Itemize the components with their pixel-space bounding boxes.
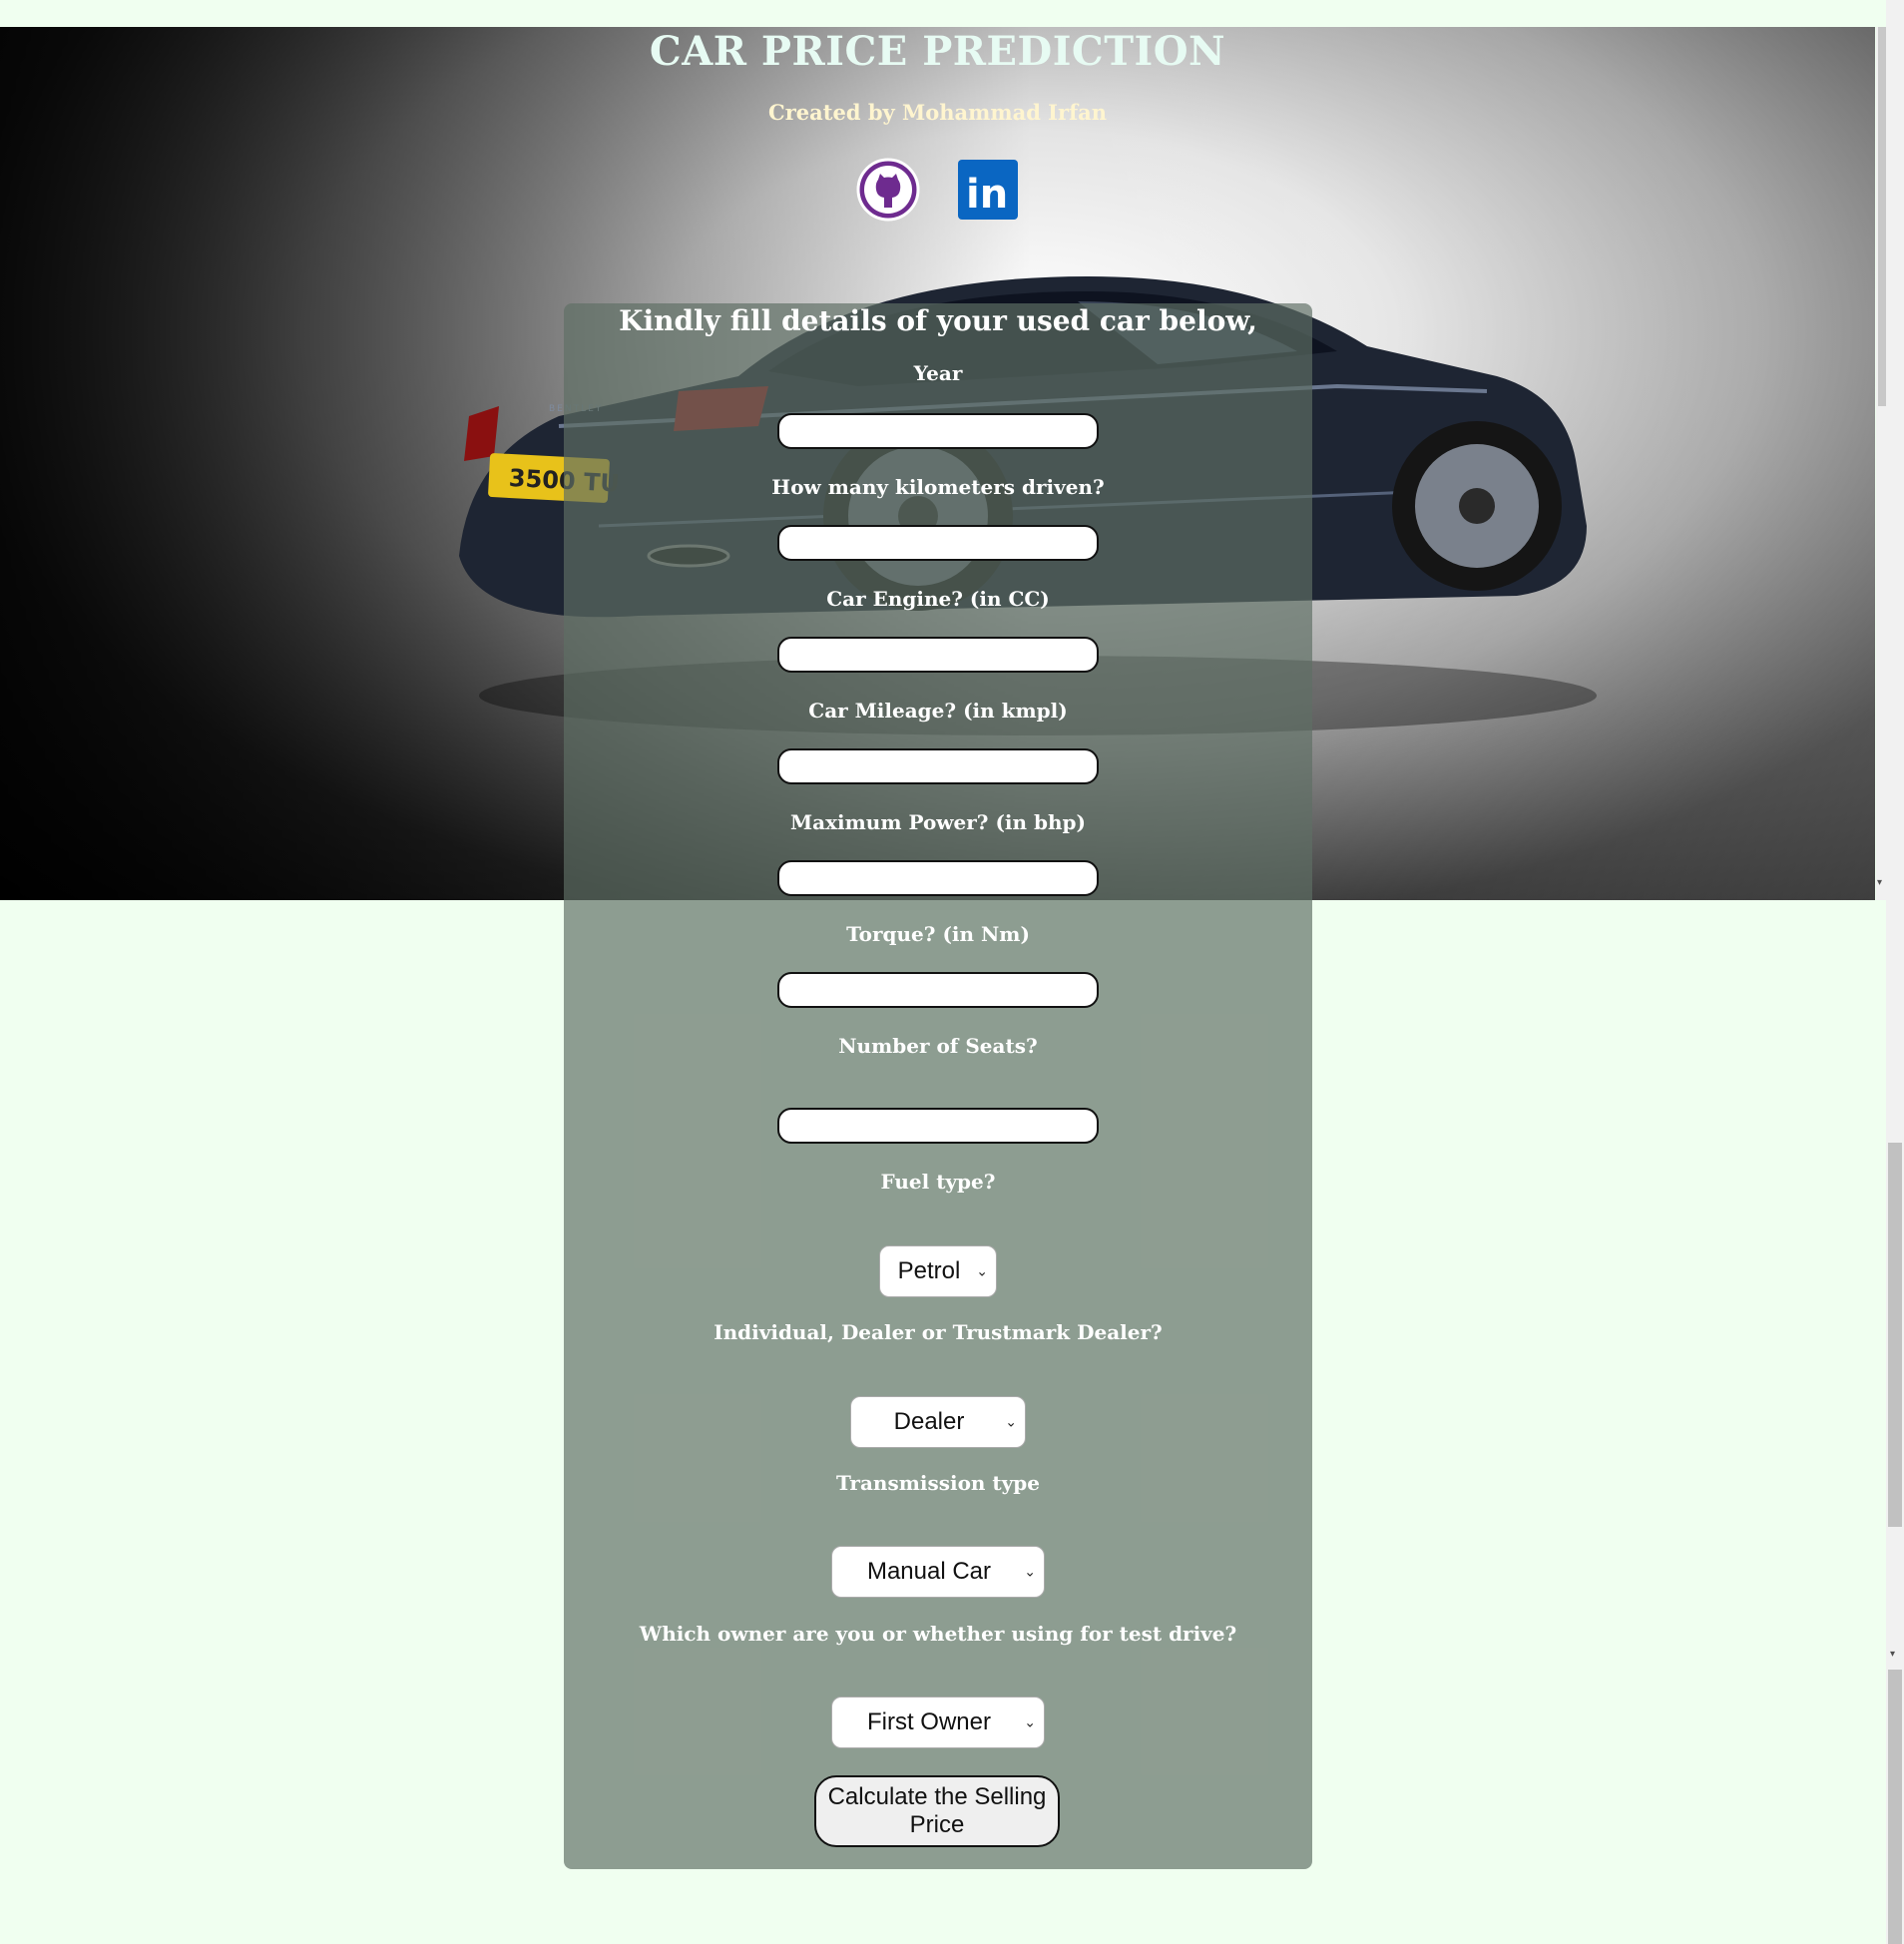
seller-type-selected: Dealer	[893, 1408, 965, 1435]
page-scroll-thumb-lower[interactable]	[1888, 1670, 1902, 1944]
calculate-price-button-label: Calculate the Selling Price	[828, 1783, 1047, 1839]
button-label-line1: Calculate the Selling	[827, 1783, 1047, 1810]
seller-type-select[interactable]: Dealer ⌄	[850, 1396, 1026, 1448]
seats-input[interactable]	[777, 1108, 1099, 1144]
year-input[interactable]	[777, 413, 1099, 449]
max-power-input[interactable]	[777, 860, 1099, 896]
owner-selected: First Owner	[866, 1708, 991, 1735]
seller-type-label: Individual, Dealer or Trustmark Dealer?	[714, 1320, 1163, 1344]
page-scroll-thumb[interactable]	[1888, 1143, 1902, 1527]
seats-label: Number of Seats?	[838, 1034, 1038, 1058]
hero-scrollbar[interactable]: ▾	[1876, 27, 1892, 900]
linkedin-logo-text: in	[966, 172, 1008, 218]
owner-label: Which owner are you or whether using for…	[639, 1622, 1237, 1646]
button-label-line2: Price	[909, 1811, 965, 1838]
form-heading: Kindly fill details of your used car bel…	[619, 304, 1257, 337]
chevron-down-icon: ⌄	[1024, 1713, 1036, 1730]
transmission-label: Transmission type	[835, 1471, 1040, 1495]
github-icon[interactable]	[856, 158, 920, 222]
scroll-down-arrow-icon[interactable]: ▾	[1877, 877, 1882, 888]
fuel-type-label: Fuel type?	[880, 1170, 996, 1194]
engine-input[interactable]	[777, 637, 1099, 673]
engine-label: Car Engine? (in CC)	[826, 587, 1050, 611]
transmission-selected: Manual Car	[866, 1558, 992, 1585]
km-driven-input[interactable]	[777, 525, 1099, 561]
calculate-price-button[interactable]: Calculate the Selling Price	[814, 1775, 1060, 1847]
fuel-type-selected: Petrol	[897, 1257, 961, 1284]
year-label: Year	[913, 361, 963, 385]
mileage-input[interactable]	[777, 748, 1099, 784]
scroll-down-arrow-icon[interactable]: ▾	[1890, 1649, 1895, 1660]
car-details-form: Kindly fill details of your used car bel…	[564, 303, 1312, 1869]
owner-select[interactable]: First Owner ⌄	[831, 1697, 1045, 1748]
transmission-select[interactable]: Manual Car ⌄	[831, 1546, 1045, 1598]
linkedin-icon[interactable]: in	[956, 158, 1020, 222]
mileage-label: Car Mileage? (in kmpl)	[808, 699, 1068, 723]
max-power-label: Maximum Power? (in bhp)	[790, 810, 1086, 834]
social-links: in	[856, 158, 1020, 222]
chevron-down-icon: ⌄	[976, 1262, 988, 1279]
km-driven-label: How many kilometers driven?	[771, 475, 1105, 499]
torque-input[interactable]	[777, 972, 1099, 1008]
chevron-down-icon: ⌄	[1005, 1413, 1017, 1430]
torque-label: Torque? (in Nm)	[846, 922, 1030, 946]
fuel-type-select[interactable]: Petrol ⌄	[879, 1245, 997, 1297]
page-scrollbar[interactable]: ▾	[1886, 0, 1904, 1944]
author-credit: Created by Mohammad Irfan	[768, 100, 1107, 125]
chevron-down-icon: ⌄	[1024, 1563, 1036, 1580]
page-title: CAR PRICE PREDICTION	[649, 28, 1226, 75]
